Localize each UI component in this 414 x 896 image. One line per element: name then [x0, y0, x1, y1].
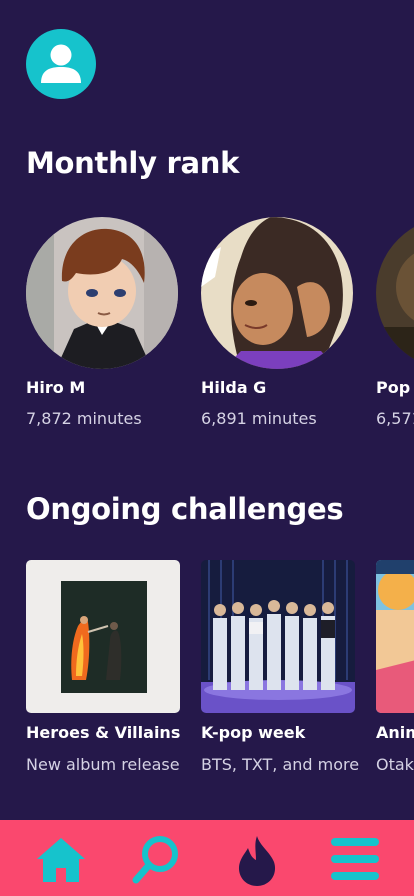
rank-card-hilda[interactable]: Hilda G 6,891 minutes: [201, 217, 356, 437]
nav-menu-button[interactable]: [328, 832, 382, 886]
profile-avatar-button[interactable]: [26, 29, 96, 99]
challenge-subtitle: Otaku: [376, 755, 414, 774]
challenges-list: Heroes & Villains New album release K-po…: [26, 560, 414, 780]
rank-user-minutes: 7,872 minutes: [26, 409, 142, 428]
challenge-card-kpop-week[interactable]: K-pop week BTS, TXT, and more: [201, 560, 361, 780]
rank-user-minutes: 6,571: [376, 409, 414, 428]
challenge-cover-image: [201, 560, 355, 713]
user-icon: [41, 44, 81, 83]
flame-icon: [238, 836, 276, 886]
rank-user-avatar: [376, 217, 414, 369]
rank-user-avatar: [201, 217, 353, 369]
rank-user-name: Hilda G: [201, 378, 267, 397]
challenge-title: Heroes & Villains: [26, 723, 181, 742]
nav-trending-button[interactable]: [230, 832, 284, 886]
home-icon: [37, 838, 85, 882]
rank-user-name: Hiro M: [26, 378, 86, 397]
rank-user-name: Pop: [376, 378, 411, 397]
challenge-card-anime[interactable]: Anim Otaku: [376, 560, 414, 780]
app-screen: Monthly rank Hiro M 7,872 minutes Hilda …: [0, 0, 414, 896]
challenge-cover-image: [26, 560, 180, 713]
rank-user-minutes: 6,891 minutes: [201, 409, 317, 428]
challenge-title: Anim: [376, 723, 414, 742]
rank-card-pop[interactable]: Pop 6,571: [376, 217, 414, 437]
search-icon: [132, 836, 178, 884]
challenge-card-heroes-villains[interactable]: Heroes & Villains New album release: [26, 560, 186, 780]
challenge-cover-image: [376, 560, 414, 713]
challenge-subtitle: New album release: [26, 755, 180, 774]
nav-search-button[interactable]: [130, 832, 184, 886]
menu-icon: [331, 838, 379, 880]
rank-user-avatar: [26, 217, 178, 369]
bottom-navigation-bar: [0, 820, 414, 896]
monthly-rank-heading: Monthly rank: [26, 146, 240, 180]
challenge-subtitle: BTS, TXT, and more: [201, 755, 360, 774]
monthly-rank-list: Hiro M 7,872 minutes Hilda G 6,891 minut…: [26, 217, 414, 437]
challenge-title: K-pop week: [201, 723, 306, 742]
nav-home-button[interactable]: [34, 832, 88, 886]
rank-card-hiro[interactable]: Hiro M 7,872 minutes: [26, 217, 181, 437]
ongoing-challenges-heading: Ongoing challenges: [26, 492, 344, 526]
